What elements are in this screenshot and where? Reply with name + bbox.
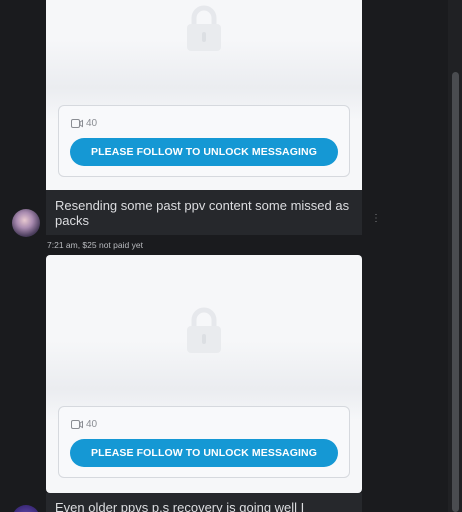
locked-media-card: 40 PLEASE FOLLOW TO UNLOCK MESSAGING <box>46 255 362 493</box>
unlock-messaging-button[interactable]: PLEASE FOLLOW TO UNLOCK MESSAGING <box>70 439 338 467</box>
scrollbar-thumb[interactable] <box>452 72 459 512</box>
video-icon <box>71 119 83 128</box>
unlock-box: 40 PLEASE FOLLOW TO UNLOCK MESSAGING <box>58 105 350 177</box>
unlock-messaging-button[interactable]: PLEASE FOLLOW TO UNLOCK MESSAGING <box>70 138 338 166</box>
more-options-icon[interactable]: ⋮ <box>371 214 381 229</box>
video-count: 40 <box>71 419 97 430</box>
lock-icon <box>187 5 221 51</box>
video-count-value: 40 <box>86 419 98 430</box>
message-meta: 7:21 am, $25 not paid yet <box>47 240 143 250</box>
message-bubble: Resending some past ppv content some mis… <box>46 190 362 235</box>
unlock-box: 40 PLEASE FOLLOW TO UNLOCK MESSAGING <box>58 406 350 478</box>
video-count: 40 <box>71 118 97 129</box>
video-icon <box>71 420 83 429</box>
avatar[interactable] <box>12 209 40 237</box>
video-count-value: 40 <box>86 118 98 129</box>
message-bubble: Even older ppvs p.s recovery is going we… <box>46 493 362 512</box>
avatar[interactable] <box>12 505 40 512</box>
locked-media-card: 40 PLEASE FOLLOW TO UNLOCK MESSAGING <box>46 0 362 190</box>
lock-icon <box>187 307 221 353</box>
